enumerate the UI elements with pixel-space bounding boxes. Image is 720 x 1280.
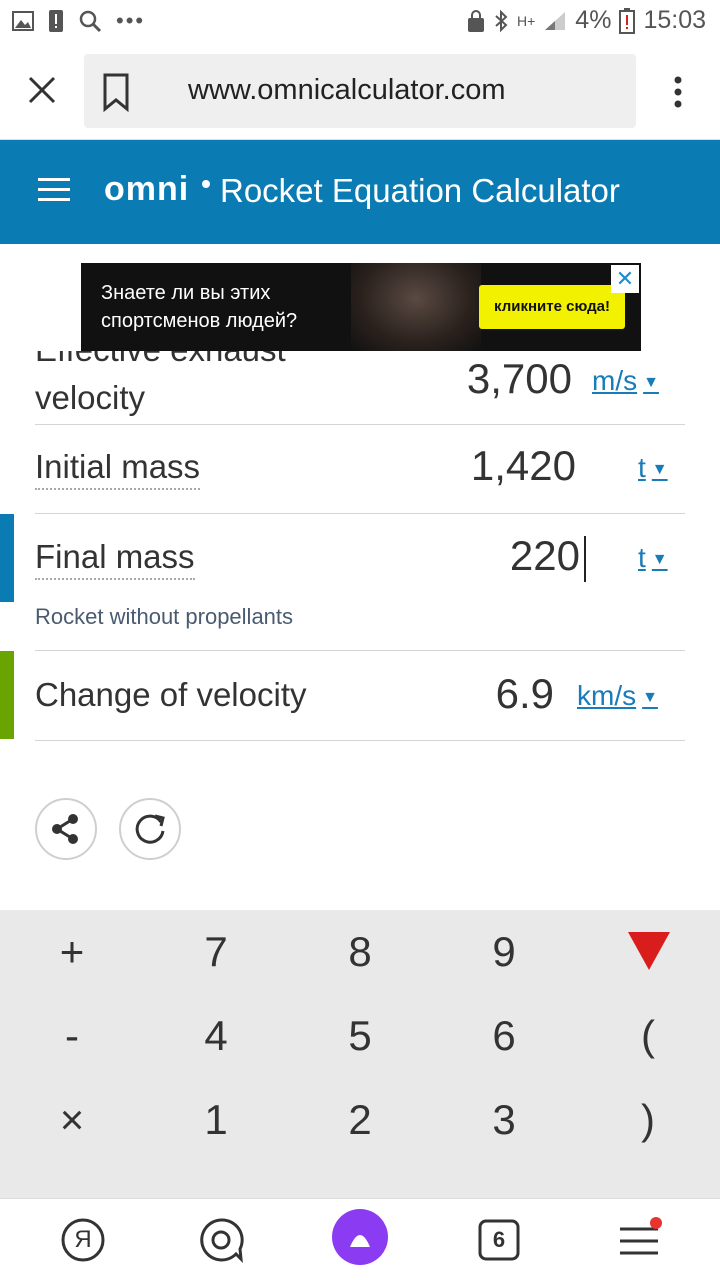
text-cursor	[584, 535, 586, 582]
delta-v-unit-label: km/s	[577, 680, 637, 711]
search-icon	[79, 10, 102, 33]
tabs-button[interactable]: 6	[476, 1217, 522, 1263]
chevron-down-icon: ▼	[651, 550, 668, 568]
signal-icon	[545, 11, 566, 30]
ad-text-line2: спортсменов людей?	[101, 310, 298, 332]
result-accent-bar	[0, 651, 14, 739]
delta-v-unit-select[interactable]: km/s ▼	[577, 680, 658, 712]
final-mass-hint: Rocket without propellants	[35, 604, 294, 629]
key-6[interactable]: 6	[432, 1012, 576, 1060]
logo-dot	[202, 180, 210, 188]
final-mass-input[interactable]: 220	[400, 532, 586, 582]
exhaust-unit-label: m/s	[592, 365, 638, 396]
omni-logo[interactable]: omni	[104, 170, 189, 209]
bottom-navigation: Я 6	[0, 1198, 720, 1280]
exhaust-unit-select[interactable]: m/s ▼	[592, 365, 659, 397]
hamburger-menu-icon[interactable]	[38, 178, 70, 204]
alice-chat-button[interactable]	[198, 1217, 244, 1264]
battery-percent: 4%	[575, 6, 612, 34]
numeric-keyboard: + 7 8 9 - 4 5 6 ( × 1 2 3 )	[0, 910, 720, 1198]
notification-dot	[650, 1217, 662, 1229]
bookmark-icon[interactable]	[100, 72, 132, 112]
tabs-count: 6	[492, 1227, 506, 1252]
divider	[35, 650, 685, 651]
ad-text-line1: Знаете ли вы этих	[101, 282, 271, 304]
key-3[interactable]: 3	[432, 1096, 576, 1144]
browser-toolbar: www.omnicalculator.com	[0, 44, 720, 140]
alice-icon	[350, 1235, 370, 1247]
chat-bubble-icon	[200, 1218, 244, 1264]
divider	[35, 740, 685, 741]
divider	[35, 513, 685, 514]
lock-icon	[468, 9, 484, 32]
bluetooth-icon	[495, 9, 508, 32]
key-8[interactable]: 8	[288, 928, 432, 976]
chevron-down-icon: ▼	[642, 688, 658, 706]
key-multiply[interactable]: ×	[0, 1096, 144, 1144]
key-1[interactable]: 1	[144, 1096, 288, 1144]
delta-v-value[interactable]: 6.9	[400, 670, 554, 718]
reload-button[interactable]	[119, 798, 181, 860]
page-title: Rocket Equation Calculator	[220, 172, 620, 209]
exhaust-label-line2: velocity	[35, 379, 146, 416]
exhaust-velocity-row: Effective exhaust velocity 3,700 m/s ▼	[0, 351, 720, 425]
final-mass-unit-label: t	[638, 542, 646, 573]
ad-text: Знаете ли вы этих спортсменов людей?	[101, 279, 297, 335]
share-button[interactable]	[35, 798, 97, 860]
initial-mass-unit-select[interactable]: t ▼	[638, 452, 668, 484]
address-bar[interactable]: www.omnicalculator.com	[84, 54, 636, 128]
share-icon	[52, 814, 78, 844]
keyboard-hide-icon[interactable]	[628, 932, 670, 970]
chevron-down-icon: ▼	[651, 460, 668, 478]
key-9[interactable]: 9	[432, 928, 576, 976]
exhaust-velocity-input[interactable]: 3,700	[400, 355, 572, 403]
key-4[interactable]: 4	[144, 1012, 288, 1060]
site-header: omni Rocket Equation Calculator	[0, 140, 720, 244]
yandex-letter: Я	[74, 1226, 92, 1253]
key-close-paren[interactable]: )	[576, 1096, 720, 1144]
alice-voice-button[interactable]	[332, 1209, 388, 1265]
divider	[35, 424, 685, 425]
initial-mass-label: Initial mass	[35, 448, 201, 490]
reload-icon	[135, 814, 165, 844]
key-7[interactable]: 7	[144, 928, 288, 976]
browser-menu-button[interactable]	[616, 1217, 662, 1263]
battery-low-icon	[619, 7, 636, 34]
chevron-down-icon: ▼	[643, 373, 659, 391]
ad-image	[351, 263, 481, 351]
close-icon[interactable]	[22, 70, 62, 110]
gallery-icon	[12, 11, 34, 31]
key-plus[interactable]: +	[0, 928, 144, 976]
initial-mass-input[interactable]: 1,420	[400, 442, 576, 490]
key-2[interactable]: 2	[288, 1096, 432, 1144]
final-mass-label: Final mass	[35, 538, 195, 580]
final-mass-value: 220	[509, 532, 580, 579]
final-mass-unit-select[interactable]: t ▼	[638, 542, 668, 574]
more-vert-icon[interactable]	[664, 72, 692, 112]
delta-v-label: Change of velocity	[35, 676, 307, 713]
ad-banner[interactable]: Знаете ли вы этих спортсменов людей? кли…	[81, 263, 641, 351]
network-type: H+	[517, 12, 536, 29]
more-notifications-icon: •••	[116, 8, 146, 33]
exhaust-label-line1: Effective exhaust	[35, 351, 286, 369]
key-5[interactable]: 5	[288, 1012, 432, 1060]
status-bar: ••• H+ 4% 15:03	[0, 0, 720, 44]
url-text[interactable]: www.omnicalculator.com	[188, 74, 506, 107]
key-minus[interactable]: -	[0, 1012, 144, 1060]
focus-accent-bar	[0, 514, 14, 602]
yandex-button[interactable]: Я	[60, 1217, 106, 1263]
key-open-paren[interactable]: (	[576, 1012, 720, 1060]
ad-close-icon[interactable]: ✕	[611, 265, 639, 293]
initial-mass-unit-label: t	[638, 452, 646, 483]
clock: 15:03	[643, 6, 706, 34]
warning-icon	[49, 10, 63, 32]
ad-cta-button[interactable]: кликните сюда!	[479, 285, 625, 329]
